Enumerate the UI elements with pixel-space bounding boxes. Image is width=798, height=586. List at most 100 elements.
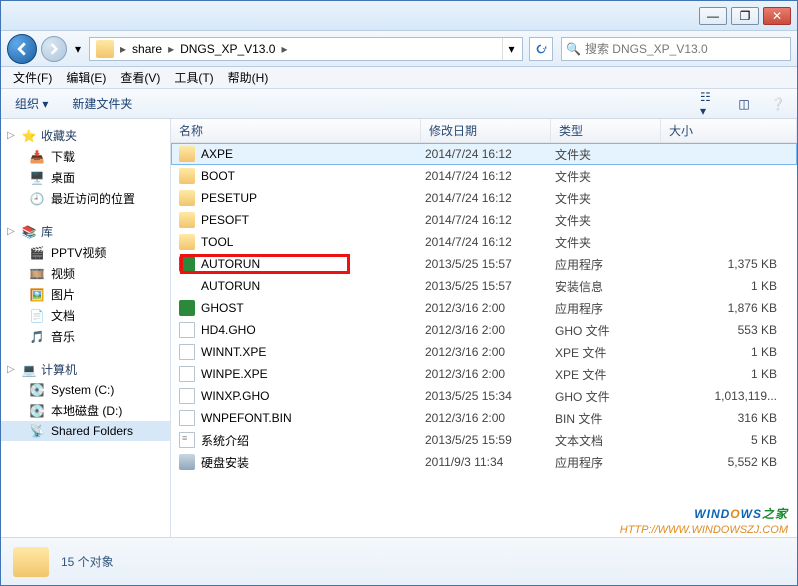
file-row[interactable]: WINPE.XPE2012/3/16 2:00XPE 文件1 KB xyxy=(171,363,797,385)
folder-icon xyxy=(13,547,49,577)
preview-pane-button[interactable]: ◫ xyxy=(733,93,755,115)
sidebar-item-pptv[interactable]: 🎬PPTV视频 xyxy=(1,242,170,263)
column-date[interactable]: 修改日期 xyxy=(421,119,551,142)
file-type: BIN 文件 xyxy=(555,410,665,427)
close-button[interactable]: ✕ xyxy=(763,7,791,25)
file-row[interactable]: AUTORUN2013/5/25 15:57安装信息1 KB xyxy=(171,275,797,297)
sidebar-computer[interactable]: ▷💻计算机 xyxy=(1,359,170,380)
nav-history-dropdown[interactable]: ▾ xyxy=(71,42,85,56)
file-size: 1 KB xyxy=(665,367,797,381)
sidebar-item-videos[interactable]: 🎞️视频 xyxy=(1,263,170,284)
menu-help[interactable]: 帮助(H) xyxy=(222,67,275,88)
file-row[interactable]: WNPEFONT.BIN2012/3/16 2:00BIN 文件316 KB xyxy=(171,407,797,429)
file-row[interactable]: AXPE2014/7/24 16:12文件夹 xyxy=(171,143,797,165)
sidebar-item-recent[interactable]: 🕘最近访问的位置 xyxy=(1,188,170,209)
column-size[interactable]: 大小 xyxy=(661,119,797,142)
file-type: 文本文档 xyxy=(555,432,665,449)
sidebar-item-downloads[interactable]: 📥下载 xyxy=(1,146,170,167)
file-date: 2013/5/25 15:57 xyxy=(425,279,555,293)
file-date: 2012/3/16 2:00 xyxy=(425,367,555,381)
file-type: GHO 文件 xyxy=(555,388,665,405)
file-date: 2011/9/3 11:34 xyxy=(425,455,555,469)
sidebar-item-drive-d[interactable]: 💽本地磁盘 (D:) xyxy=(1,400,170,421)
sidebar-item-shared[interactable]: 📡Shared Folders xyxy=(1,421,170,441)
video-icon: 🎬 xyxy=(29,245,45,261)
breadcrumb[interactable]: share xyxy=(128,38,166,60)
file-row[interactable]: AUTORUN2013/5/25 15:57应用程序1,375 KB xyxy=(171,253,797,275)
file-date: 2013/5/25 15:34 xyxy=(425,389,555,403)
file-list[interactable]: AXPE2014/7/24 16:12文件夹BOOT2014/7/24 16:1… xyxy=(171,143,797,537)
file-row[interactable]: HD4.GHO2012/3/16 2:00GHO 文件553 KB xyxy=(171,319,797,341)
arrow-left-icon xyxy=(15,42,29,56)
file-icon xyxy=(179,234,195,250)
navbar: ▾ ▸ share ▸ DNGS_XP_V13.0 ▸ ▾ 🔍 搜索 DNGS_… xyxy=(1,31,797,67)
file-date: 2012/3/16 2:00 xyxy=(425,345,555,359)
sidebar-favorites[interactable]: ▷⭐收藏夹 xyxy=(1,125,170,146)
drive-icon: 💽 xyxy=(29,382,45,398)
sidebar-item-documents[interactable]: 📄文档 xyxy=(1,305,170,326)
file-row[interactable]: BOOT2014/7/24 16:12文件夹 xyxy=(171,165,797,187)
file-name: AUTORUN xyxy=(201,257,260,271)
file-size: 553 KB xyxy=(665,323,797,337)
sidebar: ▷⭐收藏夹 📥下载 🖥️桌面 🕘最近访问的位置 ▷📚库 🎬PPTV视频 🎞️视频… xyxy=(1,119,171,537)
file-row[interactable]: PESETUP2014/7/24 16:12文件夹 xyxy=(171,187,797,209)
picture-icon: 🖼️ xyxy=(29,287,45,303)
nav-back-button[interactable] xyxy=(7,34,37,64)
file-size: 1 KB xyxy=(665,345,797,359)
address-bar[interactable]: ▸ share ▸ DNGS_XP_V13.0 ▸ ▾ xyxy=(89,37,523,61)
nav-forward-button[interactable] xyxy=(41,36,67,62)
organize-button[interactable]: 组织 ▾ xyxy=(9,93,54,114)
file-icon xyxy=(179,300,195,316)
search-input[interactable]: 🔍 搜索 DNGS_XP_V13.0 xyxy=(561,37,791,61)
file-type: 文件夹 xyxy=(555,234,665,251)
column-headers: 名称 修改日期 类型 大小 xyxy=(171,119,797,143)
sidebar-item-drive-c[interactable]: 💽System (C:) xyxy=(1,380,170,400)
status-text: 15 个对象 xyxy=(61,553,114,570)
file-name: AUTORUN xyxy=(201,279,260,293)
file-row[interactable]: TOOL2014/7/24 16:12文件夹 xyxy=(171,231,797,253)
sidebar-item-desktop[interactable]: 🖥️桌面 xyxy=(1,167,170,188)
file-name: WINXP.GHO xyxy=(201,389,269,403)
menu-view[interactable]: 查看(V) xyxy=(114,67,166,88)
file-date: 2014/7/24 16:12 xyxy=(425,169,555,183)
file-size: 1,876 KB xyxy=(665,301,797,315)
file-row[interactable]: GHOST2012/3/16 2:00应用程序1,876 KB xyxy=(171,297,797,319)
maximize-button[interactable]: ❐ xyxy=(731,7,759,25)
view-options-button[interactable]: ☷ ▾ xyxy=(699,93,721,115)
refresh-button[interactable] xyxy=(529,37,553,61)
file-row[interactable]: WINNT.XPE2012/3/16 2:00XPE 文件1 KB xyxy=(171,341,797,363)
menu-file[interactable]: 文件(F) xyxy=(7,67,58,88)
help-button[interactable]: ❔ xyxy=(767,93,789,115)
file-size: 1 KB xyxy=(665,279,797,293)
breadcrumb[interactable]: DNGS_XP_V13.0 xyxy=(176,38,279,60)
minimize-button[interactable]: — xyxy=(699,7,727,25)
file-row[interactable]: WINXP.GHO 2013/5/25 15:34GHO 文件1,013,119.… xyxy=(171,385,797,407)
star-icon: ⭐ xyxy=(21,128,37,144)
file-size: 1,013,119... xyxy=(665,389,797,403)
file-name: WNPEFONT.BIN xyxy=(201,411,292,425)
file-row[interactable]: 硬盘安装2011/9/3 11:34应用程序5,552 KB xyxy=(171,451,797,473)
file-type: 文件夹 xyxy=(555,190,665,207)
file-date: 2014/7/24 16:12 xyxy=(425,213,555,227)
file-icon xyxy=(179,432,195,448)
chevron-right-icon: ▸ xyxy=(166,42,176,56)
column-name[interactable]: 名称 xyxy=(171,119,421,142)
address-dropdown[interactable]: ▾ xyxy=(502,38,520,60)
new-folder-button[interactable]: 新建文件夹 xyxy=(66,93,138,114)
document-icon: 📄 xyxy=(29,308,45,324)
file-icon xyxy=(179,212,195,228)
menu-tools[interactable]: 工具(T) xyxy=(168,67,219,88)
sidebar-libraries[interactable]: ▷📚库 xyxy=(1,221,170,242)
file-row[interactable]: 系统介绍2013/5/25 15:59文本文档5 KB xyxy=(171,429,797,451)
file-name: PESETUP xyxy=(201,191,257,205)
file-size: 1,375 KB xyxy=(665,257,797,271)
column-type[interactable]: 类型 xyxy=(551,119,661,142)
file-icon xyxy=(179,454,195,470)
file-row[interactable]: PESOFT2014/7/24 16:12文件夹 xyxy=(171,209,797,231)
menubar: 文件(F) 编辑(E) 查看(V) 工具(T) 帮助(H) xyxy=(1,67,797,89)
sidebar-item-pictures[interactable]: 🖼️图片 xyxy=(1,284,170,305)
recent-icon: 🕘 xyxy=(29,191,45,207)
sidebar-item-music[interactable]: 🎵音乐 xyxy=(1,326,170,347)
file-size: 5 KB xyxy=(665,433,797,447)
menu-edit[interactable]: 编辑(E) xyxy=(60,67,112,88)
